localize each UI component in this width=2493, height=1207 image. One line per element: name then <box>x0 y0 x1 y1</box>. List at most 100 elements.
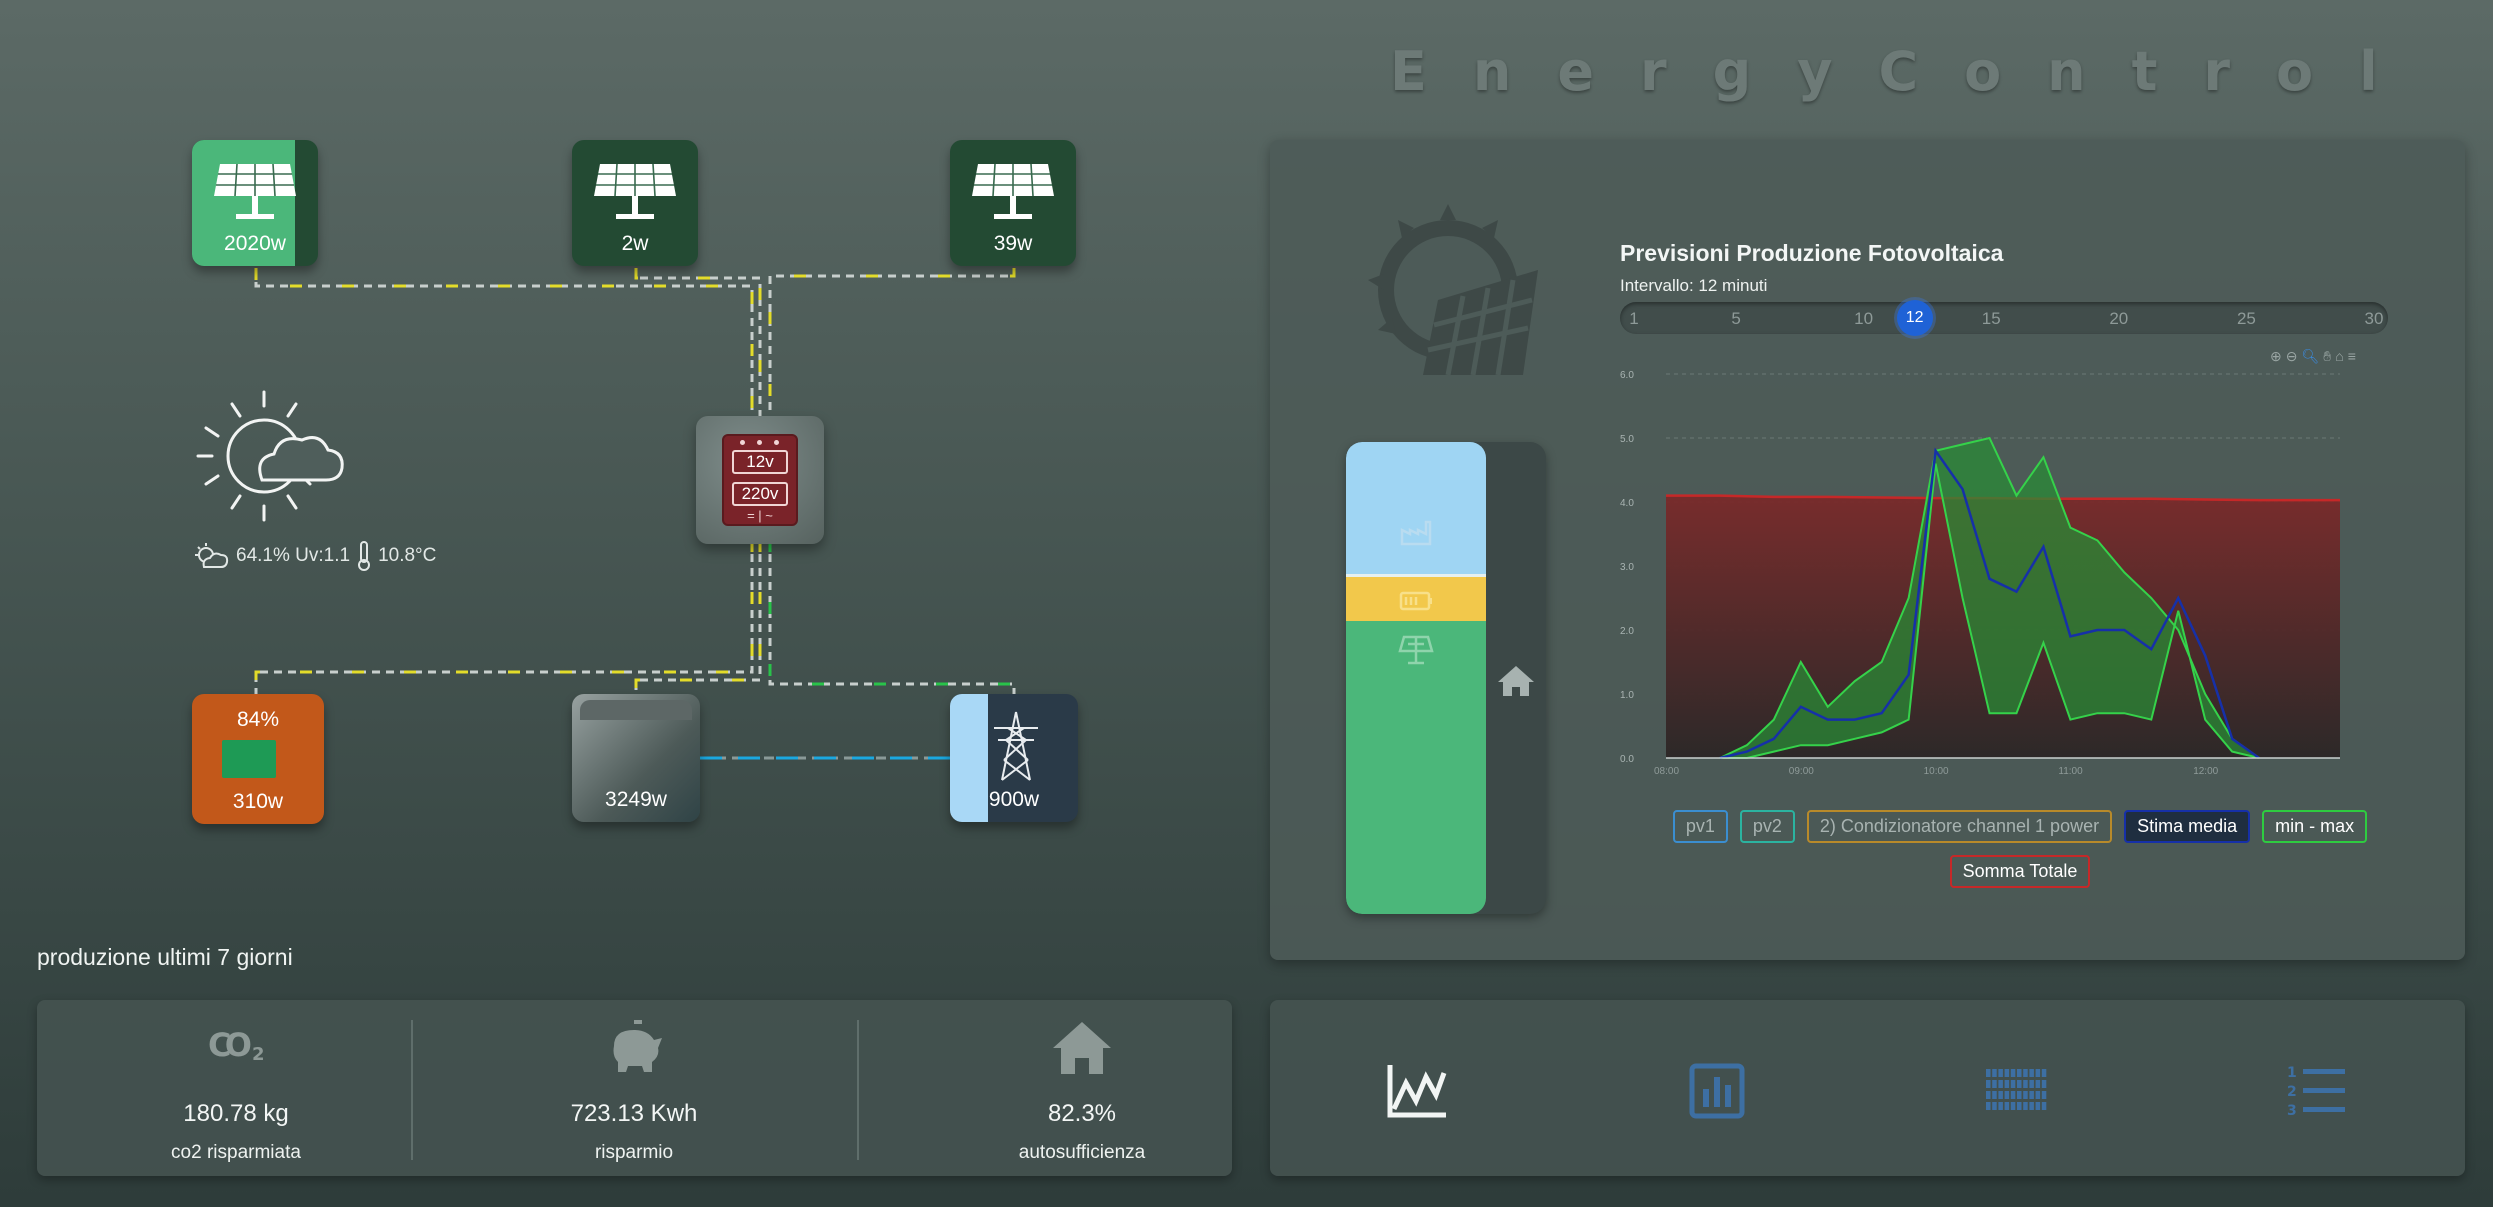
energy-mix-stack <box>1346 442 1486 914</box>
legend-item[interactable]: Stima media <box>2124 810 2251 843</box>
stat-co2: CO 2 180.78 kg co2 risparmiata <box>37 1000 435 1176</box>
y-tick-label: 2.0 <box>1620 626 1634 637</box>
solar-panel-1[interactable]: 2020w <box>192 140 318 266</box>
bar-chart-button[interactable] <box>1682 1056 1752 1126</box>
stat-savings: 723.13 Kwh risparmio <box>435 1000 833 1176</box>
slider-tick: 1 <box>1629 309 1639 328</box>
power-tower-icon <box>994 711 1038 781</box>
house-value: 3249w <box>605 788 667 811</box>
stat-savings-value: 723.13 Kwh <box>570 1100 698 1127</box>
slider-tick: 30 <box>2364 309 2384 328</box>
pan-icon[interactable]: ✋︎ <box>2323 348 2331 365</box>
list-button[interactable]: 1 2 3 <box>2282 1056 2352 1126</box>
solar-panel-icon <box>214 163 296 219</box>
bar-chart-icon <box>1689 1063 1745 1119</box>
inverter-symbol: = | ~ <box>747 508 773 523</box>
home-icon <box>1498 666 1534 696</box>
heatmap-grid-icon <box>1986 1069 2047 1110</box>
stat-savings-label: risparmio <box>594 1142 674 1163</box>
zoom-out-icon[interactable]: ⊖ <box>2286 348 2298 365</box>
panel-2-value: 2w <box>621 232 649 255</box>
heatmap-button[interactable] <box>1982 1056 2052 1126</box>
solar-panel-icon <box>972 163 1054 219</box>
numbered-list-icon: 1 2 3 <box>2287 1065 2345 1119</box>
interval-slider-handle[interactable]: 12 <box>1896 300 1933 336</box>
grid-tile[interactable]: 900w <box>950 694 1078 822</box>
legend-item[interactable]: pv1 <box>1672 810 1728 843</box>
panel-1-value: 2020w <box>224 232 286 255</box>
forecast-panel: Previsioni Produzione Fotovoltaica Inter… <box>1270 140 2465 960</box>
home-icon <box>1053 1022 1111 1074</box>
slider-tick: 5 <box>1731 309 1741 328</box>
line-chart-icon <box>1387 1065 1447 1118</box>
energy-mix-bar <box>1346 442 1546 914</box>
mix-segment-solar <box>1346 621 1486 914</box>
stat-co2-label: co2 risparmiata <box>171 1142 301 1163</box>
inverter-ac-label: 220v <box>732 482 788 506</box>
solar-panel-icon <box>594 163 676 219</box>
legend-item[interactable]: Somma Totale <box>1949 855 2091 888</box>
view-switcher: 1 2 3 <box>1270 1000 2465 1176</box>
weather-humidity-uv: 64.1% Uv:1.1 <box>236 545 351 566</box>
battery-percent: 84% <box>236 708 280 731</box>
svg-text:1: 1 <box>2287 1065 2297 1081</box>
solar-panel-3[interactable]: 39w <box>950 140 1076 266</box>
factory-icon <box>1400 520 1432 546</box>
mix-segment-battery <box>1346 574 1486 622</box>
battery-tile[interactable]: 84% 310w <box>192 694 324 824</box>
stats-card: CO 2 180.78 kg co2 risparmiata 723.13 Kw… <box>37 1000 1232 1176</box>
inverter[interactable]: 12v 220v = | ~ <box>696 416 824 544</box>
slider-tick: 10 <box>1854 309 1874 328</box>
weather-temperature: 10.8°C <box>378 545 437 566</box>
legend-item[interactable]: min - max <box>2262 810 2368 843</box>
zoom-select-icon[interactable]: 🔍︎ <box>2301 348 2319 365</box>
slider-tick: 20 <box>2109 309 2129 328</box>
forecast-chart: 0.0 1.0 2.0 3.0 4.0 5.0 6.0 08:00 09:00 10:00 11:0… <box>1620 370 2340 777</box>
app-title: EnergyControl <box>1390 40 2424 103</box>
battery-value: 310w <box>232 790 284 813</box>
x-tick-label: 12:00 <box>2193 766 2218 777</box>
zoom-in-icon[interactable]: ⊕ <box>2270 348 2282 365</box>
inverter-dc-label: 12v <box>732 450 788 474</box>
mix-segment-grid <box>1346 442 1486 575</box>
chart-interval-label: Intervallo: 12 minuti <box>1620 276 1768 295</box>
partly-cloudy-small-icon <box>195 543 229 568</box>
x-tick-label: 10:00 <box>1924 766 1949 777</box>
x-tick-label: 11:00 <box>2058 766 2083 777</box>
battery-icon <box>222 740 276 778</box>
slider-tick: 15 <box>1981 309 2001 328</box>
stats-divider <box>857 1020 859 1160</box>
panel-3-value: 39w <box>993 232 1033 255</box>
y-tick-label: 3.0 <box>1620 562 1634 573</box>
chart-title: Previsioni Produzione Fotovoltaica <box>1620 240 2004 266</box>
legend-item[interactable]: pv2 <box>1739 810 1795 843</box>
legend-item[interactable]: 2) Condizionatore channel 1 power <box>1806 810 2113 843</box>
slider-tick: 25 <box>2236 309 2256 328</box>
line-chart-button[interactable] <box>1382 1056 1452 1126</box>
y-tick-label: 6.0 <box>1620 370 1634 381</box>
inverter-icon: 12v 220v = | ~ <box>722 434 798 526</box>
reset-home-icon[interactable]: ⌂ <box>2335 348 2343 365</box>
y-tick-label: 5.0 <box>1620 434 1634 445</box>
interval-slider[interactable]: 30 25 20 15 10 5 1 12 <box>1620 300 2388 336</box>
y-tick-label: 0.0 <box>1620 754 1634 765</box>
co2-icon: CO 2 <box>208 1026 265 1065</box>
thermometer-icon <box>358 541 371 571</box>
weather-info: 64.1% Uv:1.1 10.8°C <box>192 540 436 572</box>
stat-selfsufficiency: 82.3% autosufficienza <box>883 1000 1281 1176</box>
solar-panel-2[interactable]: 2w <box>572 140 698 266</box>
stat-selfsufficiency-value: 82.3% <box>1047 1100 1117 1127</box>
house-tile[interactable]: 3249w <box>572 694 700 822</box>
piggy-bank-icon <box>613 1020 662 1072</box>
svg-text:CO: CO <box>208 1026 252 1064</box>
y-tick-label: 4.0 <box>1620 498 1634 509</box>
svg-text:3: 3 <box>2287 1103 2297 1119</box>
x-tick-label: 09:00 <box>1789 766 1814 777</box>
menu-icon[interactable]: ≡ <box>2348 348 2356 365</box>
partly-cloudy-sun-icon <box>196 390 344 522</box>
stat-selfsufficiency-label: autosufficienza <box>1018 1142 1146 1163</box>
svg-text:2: 2 <box>252 1044 265 1065</box>
svg-text:2: 2 <box>2287 1084 2297 1100</box>
solar-tower-icon <box>1398 636 1434 665</box>
stat-co2-value: 180.78 kg <box>183 1100 289 1127</box>
